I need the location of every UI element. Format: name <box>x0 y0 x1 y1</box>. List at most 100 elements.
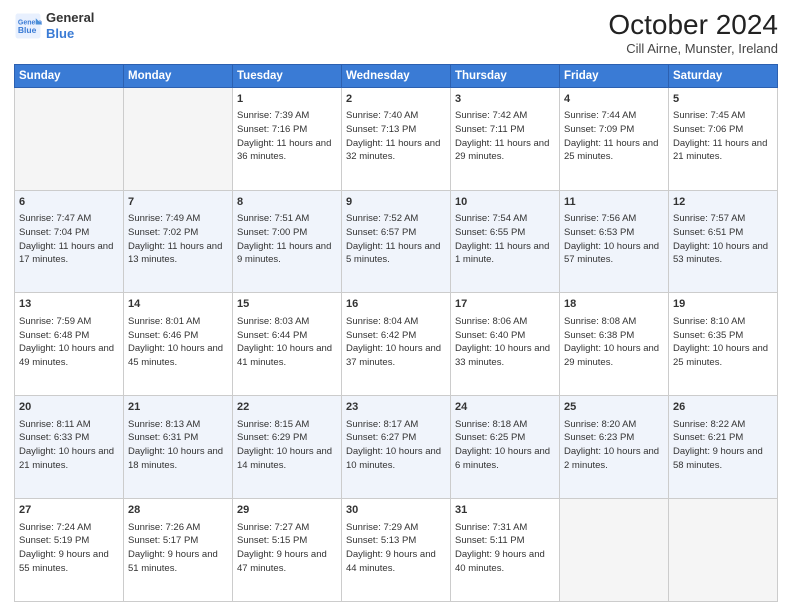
svg-text:Blue: Blue <box>18 25 37 35</box>
day-number: 31 <box>455 503 555 518</box>
calendar-cell <box>15 87 124 190</box>
calendar-week-5: 27 Sunrise: 7:24 AM Sunset: 5:19 PM Dayli… <box>15 499 778 602</box>
calendar-cell: 24 Sunrise: 8:18 AM Sunset: 6:25 PM Dayli… <box>451 396 560 499</box>
calendar-cell: 17 Sunrise: 8:06 AM Sunset: 6:40 PM Dayli… <box>451 293 560 396</box>
day-detail: Sunrise: 8:06 AM Sunset: 6:40 PM Dayligh… <box>455 315 555 370</box>
day-detail: Sunrise: 8:01 AM Sunset: 6:46 PM Dayligh… <box>128 315 228 370</box>
calendar-cell <box>560 499 669 602</box>
day-detail: Sunrise: 8:20 AM Sunset: 6:23 PM Dayligh… <box>564 418 664 473</box>
calendar-cell: 15Sunrise: 8:03 AM Sunset: 6:44 PM Dayli… <box>233 293 342 396</box>
day-detail: Sunrise: 7:45 AM Sunset: 7:06 PM Dayligh… <box>673 109 773 164</box>
calendar-cell: 6 Sunrise: 7:47 AM Sunset: 7:04 PM Daylig… <box>15 190 124 293</box>
calendar-cell: 14 Sunrise: 8:01 AM Sunset: 6:46 PM Dayli… <box>124 293 233 396</box>
logo: General Blue General Blue <box>14 10 94 41</box>
calendar-cell: 7 Sunrise: 7:49 AM Sunset: 7:02 PM Daylig… <box>124 190 233 293</box>
day-number: 12 <box>673 195 773 210</box>
day-number: 18 <box>564 297 664 312</box>
calendar-cell: 8Sunrise: 7:51 AM Sunset: 7:00 PM Daylig… <box>233 190 342 293</box>
calendar-cell: 18 Sunrise: 8:08 AM Sunset: 6:38 PM Dayli… <box>560 293 669 396</box>
location-subtitle: Cill Airne, Munster, Ireland <box>608 41 778 56</box>
day-number: 23 <box>346 400 446 415</box>
logo-text2: Blue <box>46 26 94 42</box>
calendar-cell: 19Sunrise: 8:10 AM Sunset: 6:35 PM Dayli… <box>669 293 778 396</box>
day-detail: Sunrise: 7:27 AM Sunset: 5:15 PM Dayligh… <box>237 521 337 576</box>
day-number: 17 <box>455 297 555 312</box>
day-detail: Sunrise: 7:39 AM Sunset: 7:16 PM Dayligh… <box>237 109 337 164</box>
day-detail: Sunrise: 7:29 AM Sunset: 5:13 PM Dayligh… <box>346 521 446 576</box>
day-detail: Sunrise: 8:08 AM Sunset: 6:38 PM Dayligh… <box>564 315 664 370</box>
calendar-cell: 25 Sunrise: 8:20 AM Sunset: 6:23 PM Dayli… <box>560 396 669 499</box>
day-number: 11 <box>564 195 664 210</box>
day-detail: Sunrise: 7:26 AM Sunset: 5:17 PM Dayligh… <box>128 521 228 576</box>
calendar-cell: 5 Sunrise: 7:45 AM Sunset: 7:06 PM Daylig… <box>669 87 778 190</box>
header: General Blue General Blue October 2024 C… <box>14 10 778 56</box>
calendar-cell <box>124 87 233 190</box>
day-number: 3 <box>455 92 555 107</box>
calendar-cell: 3 Sunrise: 7:42 AM Sunset: 7:11 PM Daylig… <box>451 87 560 190</box>
col-header-sunday: Sunday <box>15 64 124 87</box>
day-detail: Sunrise: 8:18 AM Sunset: 6:25 PM Dayligh… <box>455 418 555 473</box>
col-header-friday: Friday <box>560 64 669 87</box>
day-number: 15 <box>237 297 337 312</box>
page: General Blue General Blue October 2024 C… <box>0 0 792 612</box>
col-header-tuesday: Tuesday <box>233 64 342 87</box>
day-number: 2 <box>346 92 446 107</box>
calendar-cell <box>669 499 778 602</box>
day-detail: Sunrise: 7:52 AM Sunset: 6:57 PM Dayligh… <box>346 212 446 267</box>
day-detail: Sunrise: 7:51 AM Sunset: 7:00 PM Dayligh… <box>237 212 337 267</box>
day-detail: Sunrise: 7:42 AM Sunset: 7:11 PM Dayligh… <box>455 109 555 164</box>
day-number: 25 <box>564 400 664 415</box>
calendar-cell: 1 Sunrise: 7:39 AM Sunset: 7:16 PM Daylig… <box>233 87 342 190</box>
calendar-week-2: 6 Sunrise: 7:47 AM Sunset: 7:04 PM Daylig… <box>15 190 778 293</box>
day-number: 1 <box>237 92 337 107</box>
calendar-cell: 16Sunrise: 8:04 AM Sunset: 6:42 PM Dayli… <box>342 293 451 396</box>
day-detail: Sunrise: 8:22 AM Sunset: 6:21 PM Dayligh… <box>673 418 773 473</box>
calendar-cell: 31 Sunrise: 7:31 AM Sunset: 5:11 PM Dayli… <box>451 499 560 602</box>
day-number: 14 <box>128 297 228 312</box>
day-number: 30 <box>346 503 446 518</box>
calendar-cell: 29 Sunrise: 7:27 AM Sunset: 5:15 PM Dayli… <box>233 499 342 602</box>
day-number: 10 <box>455 195 555 210</box>
day-detail: Sunrise: 7:31 AM Sunset: 5:11 PM Dayligh… <box>455 521 555 576</box>
logo-text: General <box>46 10 94 26</box>
day-number: 19 <box>673 297 773 312</box>
col-header-wednesday: Wednesday <box>342 64 451 87</box>
calendar-cell: 30 Sunrise: 7:29 AM Sunset: 5:13 PM Dayli… <box>342 499 451 602</box>
day-number: 7 <box>128 195 228 210</box>
calendar-cell: 12Sunrise: 7:57 AM Sunset: 6:51 PM Dayli… <box>669 190 778 293</box>
calendar-cell: 27 Sunrise: 7:24 AM Sunset: 5:19 PM Dayli… <box>15 499 124 602</box>
day-detail: Sunrise: 7:59 AM Sunset: 6:48 PM Dayligh… <box>19 315 119 370</box>
day-detail: Sunrise: 8:04 AM Sunset: 6:42 PM Dayligh… <box>346 315 446 370</box>
calendar-week-3: 13 Sunrise: 7:59 AM Sunset: 6:48 PM Dayli… <box>15 293 778 396</box>
col-header-saturday: Saturday <box>669 64 778 87</box>
day-number: 9 <box>346 195 446 210</box>
day-detail: Sunrise: 8:17 AM Sunset: 6:27 PM Dayligh… <box>346 418 446 473</box>
calendar-cell: 13 Sunrise: 7:59 AM Sunset: 6:48 PM Dayli… <box>15 293 124 396</box>
calendar-cell: 4Sunrise: 7:44 AM Sunset: 7:09 PM Daylig… <box>560 87 669 190</box>
calendar-cell: 26Sunrise: 8:22 AM Sunset: 6:21 PM Dayli… <box>669 396 778 499</box>
col-header-thursday: Thursday <box>451 64 560 87</box>
day-detail: Sunrise: 7:40 AM Sunset: 7:13 PM Dayligh… <box>346 109 446 164</box>
day-number: 4 <box>564 92 664 107</box>
day-detail: Sunrise: 7:54 AM Sunset: 6:55 PM Dayligh… <box>455 212 555 267</box>
calendar-cell: 9 Sunrise: 7:52 AM Sunset: 6:57 PM Daylig… <box>342 190 451 293</box>
day-detail: Sunrise: 7:49 AM Sunset: 7:02 PM Dayligh… <box>128 212 228 267</box>
day-number: 5 <box>673 92 773 107</box>
logo-icon: General Blue <box>14 12 42 40</box>
day-detail: Sunrise: 7:24 AM Sunset: 5:19 PM Dayligh… <box>19 521 119 576</box>
day-detail: Sunrise: 8:13 AM Sunset: 6:31 PM Dayligh… <box>128 418 228 473</box>
calendar-header-row: SundayMondayTuesdayWednesdayThursdayFrid… <box>15 64 778 87</box>
calendar-cell: 2 Sunrise: 7:40 AM Sunset: 7:13 PM Daylig… <box>342 87 451 190</box>
day-number: 27 <box>19 503 119 518</box>
day-number: 24 <box>455 400 555 415</box>
calendar-week-4: 20Sunrise: 8:11 AM Sunset: 6:33 PM Dayli… <box>15 396 778 499</box>
day-detail: Sunrise: 8:15 AM Sunset: 6:29 PM Dayligh… <box>237 418 337 473</box>
day-number: 29 <box>237 503 337 518</box>
day-number: 13 <box>19 297 119 312</box>
day-detail: Sunrise: 7:47 AM Sunset: 7:04 PM Dayligh… <box>19 212 119 267</box>
calendar-cell: 28Sunrise: 7:26 AM Sunset: 5:17 PM Dayli… <box>124 499 233 602</box>
day-number: 22 <box>237 400 337 415</box>
day-number: 6 <box>19 195 119 210</box>
title-block: October 2024 Cill Airne, Munster, Irelan… <box>608 10 778 56</box>
calendar-week-1: 1 Sunrise: 7:39 AM Sunset: 7:16 PM Daylig… <box>15 87 778 190</box>
